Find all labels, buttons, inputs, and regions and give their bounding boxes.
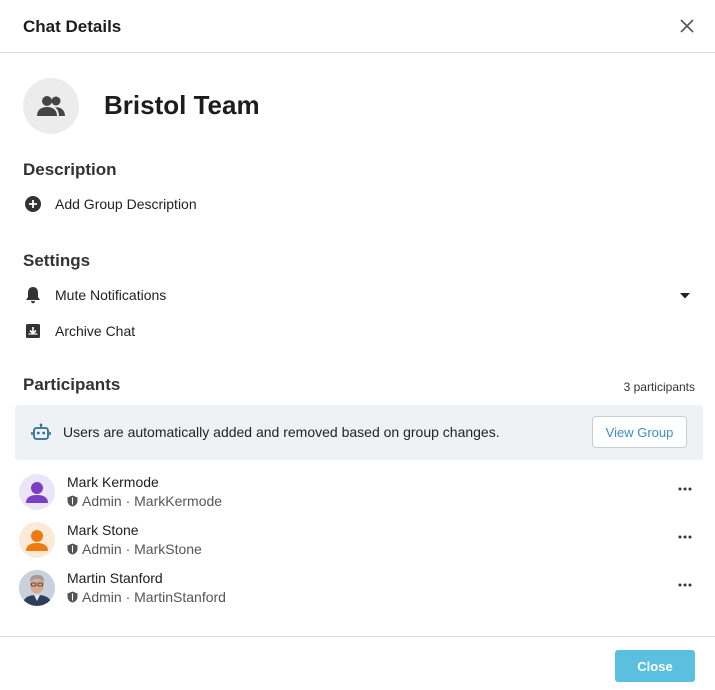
view-group-button[interactable]: View Group: [592, 416, 687, 448]
banner-message: Users are automatically added and remove…: [63, 424, 500, 440]
participant-details: Admin · MartinStanford: [67, 589, 226, 605]
participant-username: MartinStanford: [134, 589, 226, 605]
avatar: [19, 570, 55, 606]
more-options-icon[interactable]: [678, 484, 692, 494]
chevron-down-icon[interactable]: [679, 292, 691, 300]
participant-role: Admin: [82, 493, 122, 509]
archive-chat-row[interactable]: Archive Chat: [23, 320, 135, 342]
shield-icon: [67, 543, 78, 555]
participants-count: 3 participants: [623, 380, 695, 394]
avatar: [19, 522, 55, 558]
robot-icon: [31, 423, 51, 440]
more-options-icon[interactable]: [678, 580, 692, 590]
separator-dot: ·: [121, 493, 135, 509]
description-heading: Description: [23, 160, 117, 179]
archive-chat-label: Archive Chat: [55, 323, 136, 339]
plus-circle-icon: [23, 194, 43, 214]
dialog-title: Chat Details: [23, 17, 122, 36]
participant-row[interactable]: Martin Stanford Admin · MartinStanford: [18, 570, 698, 612]
participant-name: Mark Kermode: [67, 474, 159, 490]
dialog-footer: Close: [0, 636, 715, 690]
close-button[interactable]: Close: [615, 650, 695, 682]
more-options-icon[interactable]: [678, 532, 692, 542]
group-icon: [37, 96, 65, 116]
mute-notifications-label: Mute Notifications: [55, 287, 167, 303]
participant-details: Admin · MarkStone: [67, 541, 202, 557]
close-icon[interactable]: [679, 18, 695, 34]
separator-dot: ·: [121, 541, 135, 557]
participant-details: Admin · MarkKermode: [67, 493, 222, 509]
group-avatar: [23, 78, 79, 134]
participants-heading: Participants: [23, 375, 121, 394]
auto-membership-banner: Users are automatically added and remove…: [15, 405, 703, 460]
dialog-header: Chat Details: [0, 0, 715, 53]
participant-name: Mark Stone: [67, 522, 139, 538]
participant-name: Martin Stanford: [67, 570, 163, 586]
add-description-row[interactable]: Add Group Description: [23, 193, 197, 215]
add-description-label: Add Group Description: [55, 196, 197, 212]
participant-username: MarkStone: [134, 541, 202, 557]
bell-icon: [23, 285, 43, 305]
settings-heading: Settings: [23, 251, 91, 270]
shield-icon: [67, 495, 78, 507]
participant-row[interactable]: Mark Stone Admin · MarkStone: [18, 522, 698, 564]
participant-role: Admin: [82, 541, 122, 557]
participant-username: MarkKermode: [134, 493, 223, 509]
avatar: [19, 474, 55, 510]
mute-notifications-row[interactable]: Mute Notifications: [23, 284, 166, 306]
separator-dot: ·: [121, 589, 135, 605]
participant-row[interactable]: Mark Kermode Admin · MarkKermode: [18, 474, 698, 516]
group-name: Bristol Team: [104, 90, 260, 120]
archive-icon: [23, 321, 43, 341]
shield-icon: [67, 591, 78, 603]
participant-role: Admin: [82, 589, 122, 605]
